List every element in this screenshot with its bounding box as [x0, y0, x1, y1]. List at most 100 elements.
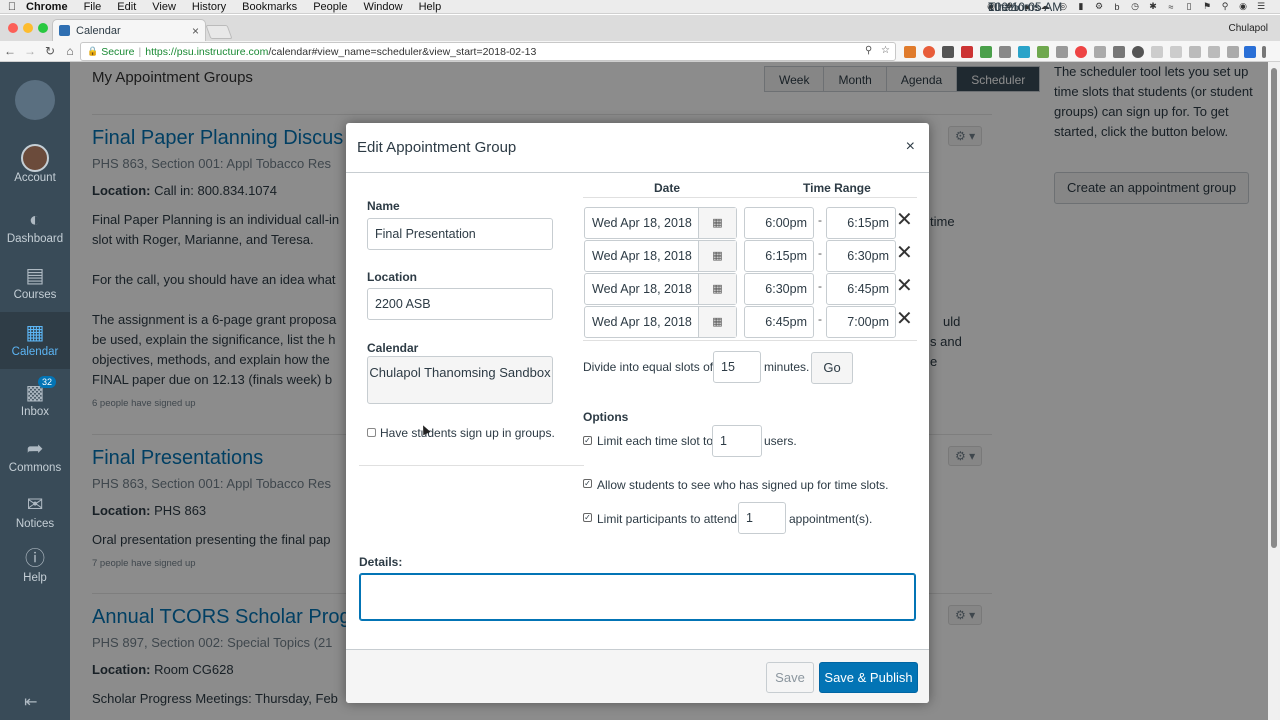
wifi-icon[interactable]: ≈ [1162, 2, 1180, 12]
user-name[interactable]: cthanoms [982, 0, 1046, 14]
slot-start-time[interactable]: 6:30pm [744, 273, 814, 305]
extension-icon[interactable] [1189, 46, 1201, 58]
menu-file[interactable]: File [76, 1, 110, 13]
menu-bookmarks[interactable]: Bookmarks [234, 1, 305, 13]
delete-slot-icon[interactable]: ✕ [896, 210, 913, 230]
extension-icon[interactable] [1037, 46, 1049, 58]
close-window-icon[interactable] [8, 23, 18, 33]
bluetooth-icon[interactable]: ✱ [1144, 1, 1162, 12]
nav-notices[interactable]: ✉ Notices [0, 492, 70, 546]
slot-end-time[interactable]: 6:45pm [826, 273, 896, 305]
limit-slot-users-checkbox[interactable]: ✓ [583, 436, 592, 445]
zoom-window-icon[interactable] [38, 23, 48, 33]
slot-end-time[interactable]: 7:00pm [826, 306, 896, 338]
back-icon[interactable]: ← [0, 44, 20, 58]
slot-start-time[interactable]: 6:45pm [744, 306, 814, 338]
location-field[interactable]: 2200 ASB [367, 288, 553, 320]
slot-date-input[interactable]: Wed Apr 18, 2018 ▦ [584, 207, 737, 239]
b-icon[interactable]: b [1108, 2, 1126, 12]
spotlight-icon[interactable]: ⚲ [1216, 1, 1234, 12]
wordpress-icon[interactable] [1132, 46, 1144, 58]
extension-icon[interactable] [999, 46, 1011, 58]
extension-icon[interactable] [1018, 46, 1030, 58]
extension-icon[interactable] [1227, 46, 1239, 58]
nav-help[interactable]: ⓘ Help [0, 546, 70, 600]
limit-participants-input[interactable]: 1 [738, 502, 786, 534]
school-logo[interactable] [15, 80, 55, 120]
limit-slot-users-input[interactable]: 1 [712, 425, 762, 457]
extension-icon[interactable] [1208, 46, 1220, 58]
limit-participants-checkbox[interactable]: ✓ [583, 513, 592, 522]
extension-icon[interactable] [1244, 46, 1256, 58]
battery-icon[interactable]: ▯ [1180, 1, 1198, 12]
extension-icon[interactable] [961, 46, 973, 58]
slot-date-input[interactable]: Wed Apr 18, 2018 ▦ [584, 240, 737, 272]
notification-center-icon[interactable]: ☰ [1252, 1, 1270, 12]
delete-slot-icon[interactable]: ✕ [896, 276, 913, 296]
extension-icon[interactable] [904, 46, 916, 58]
extension-icon[interactable] [1056, 46, 1068, 58]
nav-account[interactable]: Account [0, 142, 70, 196]
zoom-search-icon[interactable]: ⚲ [865, 45, 872, 56]
siri-icon[interactable]: ◉ [1234, 1, 1252, 12]
close-icon[interactable]: × [906, 138, 915, 156]
go-button[interactable]: Go [811, 352, 853, 384]
calendar-picker-icon[interactable]: ▦ [698, 241, 736, 271]
scrollbar-thumb[interactable] [1271, 68, 1277, 548]
chrome-profile-name[interactable]: Chulapol [1229, 23, 1268, 34]
minimize-window-icon[interactable] [23, 23, 33, 33]
extension-icon[interactable] [923, 46, 935, 58]
save-button[interactable]: Save [766, 662, 814, 693]
slot-date-input[interactable]: Wed Apr 18, 2018 ▦ [584, 306, 737, 338]
new-tab-button[interactable] [205, 25, 233, 39]
limit-participants-label[interactable]: Limit participants to attend [597, 512, 737, 526]
nav-commons[interactable]: ➦ Commons [0, 436, 70, 490]
nav-calendar[interactable]: ▦ Calendar [0, 312, 70, 369]
page-scrollbar[interactable] [1268, 62, 1280, 720]
slot-start-time[interactable]: 6:00pm [744, 207, 814, 239]
nav-courses[interactable]: ▤ Courses [0, 263, 70, 317]
extension-icon[interactable] [1094, 46, 1106, 58]
home-icon[interactable]: ⌂ [60, 44, 80, 58]
gear-icon[interactable]: ⚙ [1090, 1, 1108, 12]
slot-minutes-input[interactable]: 15 [713, 351, 761, 383]
nav-dashboard[interactable]: ◐ Dashboard [0, 207, 70, 261]
menu-view[interactable]: View [144, 1, 184, 13]
delete-slot-icon[interactable]: ✕ [896, 243, 913, 263]
groups-checkbox[interactable] [367, 428, 376, 437]
slot-date-input[interactable]: Wed Apr 18, 2018 ▦ [584, 273, 737, 305]
calendar-select-button[interactable]: Chulapol Thanomsing Sandbox [367, 356, 553, 404]
slot-start-time[interactable]: 6:15pm [744, 240, 814, 272]
calendar-picker-icon[interactable]: ▦ [698, 208, 736, 238]
menu-people[interactable]: People [305, 1, 355, 13]
menu-window[interactable]: Window [355, 1, 410, 13]
address-bar[interactable]: 🔒 Secure | https://psu.instructure.com/c… [80, 42, 896, 61]
shield-icon[interactable]: ▮ [1072, 1, 1090, 12]
calendar-picker-icon[interactable]: ▦ [698, 274, 736, 304]
time-machine-icon[interactable]: ◷ [1126, 1, 1144, 12]
calendar-picker-icon[interactable]: ▦ [698, 307, 736, 337]
slot-end-time[interactable]: 6:30pm [826, 240, 896, 272]
allow-see-signups-label[interactable]: Allow students to see who has signed up … [597, 478, 889, 492]
delete-slot-icon[interactable]: ✕ [896, 309, 913, 329]
groups-checkbox-label[interactable]: Have students sign up in groups. [380, 426, 555, 440]
apple-menu-icon[interactable]:  [0, 1, 24, 13]
slot-end-time[interactable]: 6:15pm [826, 207, 896, 239]
extension-icon[interactable] [1151, 46, 1163, 58]
details-textarea[interactable] [359, 573, 916, 621]
menu-help[interactable]: Help [411, 1, 450, 13]
menu-history[interactable]: History [184, 1, 234, 13]
menu-app-name[interactable]: Chrome [24, 1, 76, 13]
limit-slot-users-label[interactable]: Limit each time slot to [597, 434, 713, 448]
extension-icon[interactable] [980, 46, 992, 58]
nav-inbox[interactable]: ▩ 32 Inbox [0, 376, 70, 434]
extension-icon[interactable] [1113, 46, 1125, 58]
reload-icon[interactable]: ↻ [40, 44, 60, 58]
flag-icon[interactable]: ⚑ [1198, 1, 1216, 12]
name-field[interactable]: Final Presentation [367, 218, 553, 250]
chrome-menu-icon[interactable] [1262, 46, 1266, 58]
allow-see-signups-checkbox[interactable]: ✓ [583, 479, 592, 488]
extension-icon[interactable] [1170, 46, 1182, 58]
menu-edit[interactable]: Edit [109, 1, 144, 13]
forward-icon[interactable]: → [20, 44, 40, 58]
